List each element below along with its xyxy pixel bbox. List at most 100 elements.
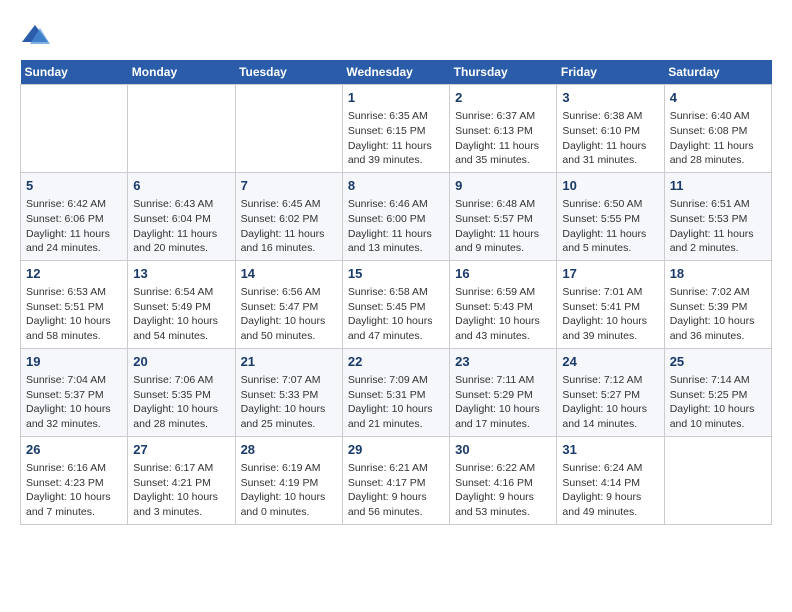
day-info-line: Daylight: 10 hours [562,402,658,417]
day-info-line: Sunset: 5:35 PM [133,388,229,403]
day-info-line: Sunset: 5:41 PM [562,300,658,315]
day-number: 15 [348,265,444,283]
day-number: 31 [562,441,658,459]
calendar-cell: 13Sunrise: 6:54 AMSunset: 5:49 PMDayligh… [128,260,235,348]
day-info-line: Sunrise: 6:38 AM [562,109,658,124]
logo [20,20,54,50]
day-info-line: and 31 minutes. [562,153,658,168]
day-info-line: Daylight: 10 hours [26,490,122,505]
day-info-line: and 53 minutes. [455,505,551,520]
day-info-line: Daylight: 10 hours [241,490,337,505]
day-info-line: Sunrise: 6:16 AM [26,461,122,476]
day-number: 12 [26,265,122,283]
day-info-line: Daylight: 10 hours [26,314,122,329]
calendar-week-row: 19Sunrise: 7:04 AMSunset: 5:37 PMDayligh… [21,348,772,436]
day-header-wednesday: Wednesday [342,60,449,85]
day-info-line: and 50 minutes. [241,329,337,344]
day-info-line: Sunset: 5:39 PM [670,300,766,315]
day-info-line: Sunset: 5:55 PM [562,212,658,227]
day-number: 7 [241,177,337,195]
day-info-line: Sunrise: 6:21 AM [348,461,444,476]
day-info-line: Sunset: 6:02 PM [241,212,337,227]
calendar-cell: 24Sunrise: 7:12 AMSunset: 5:27 PMDayligh… [557,348,664,436]
calendar-cell: 28Sunrise: 6:19 AMSunset: 4:19 PMDayligh… [235,436,342,524]
day-info-line: Daylight: 11 hours [455,139,551,154]
day-info-line: and 2 minutes. [670,241,766,256]
day-info-line: and 43 minutes. [455,329,551,344]
day-info-line: Daylight: 11 hours [562,227,658,242]
day-info-line: Daylight: 10 hours [348,314,444,329]
day-info-line: Sunset: 5:29 PM [455,388,551,403]
day-info-line: Sunset: 6:00 PM [348,212,444,227]
day-header-thursday: Thursday [450,60,557,85]
day-info-line: and 56 minutes. [348,505,444,520]
day-header-tuesday: Tuesday [235,60,342,85]
day-number: 18 [670,265,766,283]
day-number: 8 [348,177,444,195]
calendar-cell: 5Sunrise: 6:42 AMSunset: 6:06 PMDaylight… [21,172,128,260]
day-info-line: and 54 minutes. [133,329,229,344]
day-info-line: Sunrise: 6:19 AM [241,461,337,476]
day-info-line: Sunset: 6:10 PM [562,124,658,139]
day-info-line: Daylight: 10 hours [133,314,229,329]
day-info-line: and 20 minutes. [133,241,229,256]
day-info-line: Daylight: 9 hours [455,490,551,505]
day-number: 22 [348,353,444,371]
day-info-line: Sunrise: 6:35 AM [348,109,444,124]
calendar-cell: 15Sunrise: 6:58 AMSunset: 5:45 PMDayligh… [342,260,449,348]
day-info-line: Sunset: 5:45 PM [348,300,444,315]
calendar-cell [664,436,771,524]
logo-icon [20,20,50,50]
day-info-line: and 10 minutes. [670,417,766,432]
day-info-line: Sunset: 4:14 PM [562,476,658,491]
day-info-line: Sunrise: 6:48 AM [455,197,551,212]
day-number: 10 [562,177,658,195]
day-header-monday: Monday [128,60,235,85]
day-info-line: Daylight: 11 hours [348,227,444,242]
day-info-line: Sunrise: 7:09 AM [348,373,444,388]
day-info-line: Daylight: 9 hours [348,490,444,505]
day-info-line: Sunset: 5:33 PM [241,388,337,403]
calendar-cell: 3Sunrise: 6:38 AMSunset: 6:10 PMDaylight… [557,85,664,173]
day-info-line: Sunset: 4:19 PM [241,476,337,491]
calendar-cell: 29 Sunrise: 6:21 AMSunset: 4:17 PMDayligh… [342,436,449,524]
calendar-cell: 10Sunrise: 6:50 AMSunset: 5:55 PMDayligh… [557,172,664,260]
day-info-line: Sunset: 5:49 PM [133,300,229,315]
day-info-line: Sunset: 4:17 PM [348,476,444,491]
day-info-line: Sunset: 5:51 PM [26,300,122,315]
day-number: 11 [670,177,766,195]
day-info-line: Sunrise: 7:04 AM [26,373,122,388]
day-info-line: Sunrise: 6:51 AM [670,197,766,212]
day-info-line: Sunrise: 6:37 AM [455,109,551,124]
day-number: 21 [241,353,337,371]
day-info-line: and 5 minutes. [562,241,658,256]
calendar-cell [128,85,235,173]
day-info-line: Sunrise: 7:12 AM [562,373,658,388]
calendar-week-row: 1Sunrise: 6:35 AMSunset: 6:15 PMDaylight… [21,85,772,173]
day-info-line: Sunrise: 6:40 AM [670,109,766,124]
calendar-cell: 6Sunrise: 6:43 AMSunset: 6:04 PMDaylight… [128,172,235,260]
day-info-line: and 35 minutes. [455,153,551,168]
day-info-line: Daylight: 11 hours [241,227,337,242]
day-number: 23 [455,353,551,371]
calendar-cell: 17Sunrise: 7:01 AMSunset: 5:41 PMDayligh… [557,260,664,348]
calendar-cell: 12 Sunrise: 6:53 AMSunset: 5:51 PMDayligh… [21,260,128,348]
day-info-line: Daylight: 11 hours [562,139,658,154]
day-info-line: Sunset: 5:27 PM [562,388,658,403]
day-info-line: Sunrise: 7:02 AM [670,285,766,300]
day-number: 16 [455,265,551,283]
day-info-line: Sunset: 6:08 PM [670,124,766,139]
calendar-cell: 14Sunrise: 6:56 AMSunset: 5:47 PMDayligh… [235,260,342,348]
day-info-line: Sunrise: 6:59 AM [455,285,551,300]
day-info-line: and 0 minutes. [241,505,337,520]
calendar-cell: 7 Sunrise: 6:45 AMSunset: 6:02 PMDaylight… [235,172,342,260]
day-info-line: and 24 minutes. [26,241,122,256]
day-info-line: Sunrise: 6:53 AM [26,285,122,300]
day-number: 13 [133,265,229,283]
calendar-cell: 23Sunrise: 7:11 AMSunset: 5:29 PMDayligh… [450,348,557,436]
calendar-cell: 31Sunrise: 6:24 AMSunset: 4:14 PMDayligh… [557,436,664,524]
day-number: 29 [348,441,444,459]
day-info-line: Sunset: 5:25 PM [670,388,766,403]
day-info-line: and 14 minutes. [562,417,658,432]
day-info-line: Sunrise: 6:45 AM [241,197,337,212]
